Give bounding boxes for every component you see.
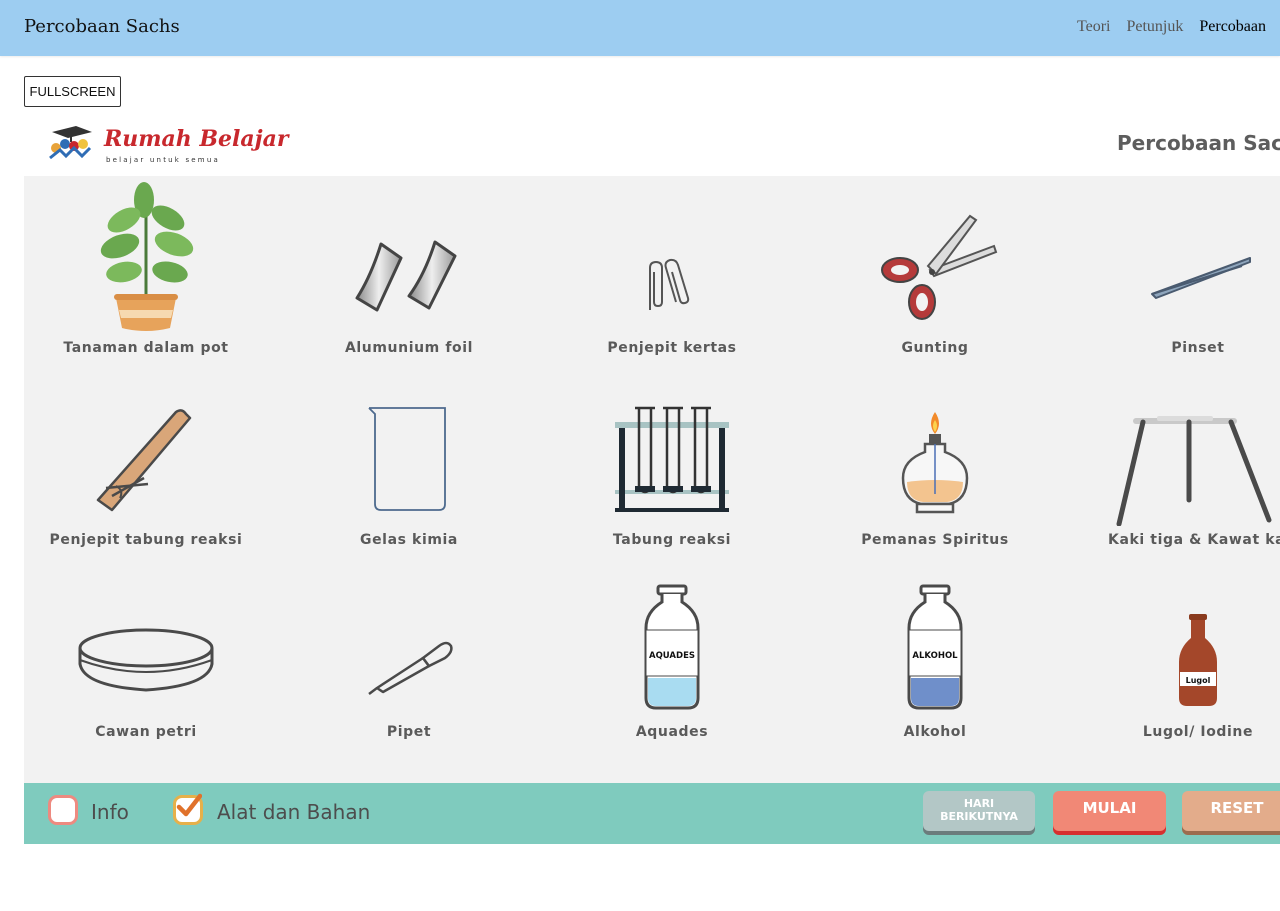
aquades-bottle-label: AQUADES: [649, 651, 695, 661]
alcohol-bottle-icon: ALKOHOL: [907, 584, 963, 710]
logo-title: Rumah Belajar: [104, 126, 289, 152]
simulation-frame: Rumah Belajar belajar untuk semua Percob…: [24, 116, 1280, 844]
spirit-lamp-icon: [901, 412, 969, 514]
simulation-header: Rumah Belajar belajar untuk semua Percob…: [24, 116, 1280, 176]
item-label-aquades: Aquades: [635, 724, 709, 740]
item-label-kaki-tiga: Kaki tiga & Kawat kasa: [1108, 532, 1280, 548]
item-alumunium-foil[interactable]: [289, 236, 529, 316]
item-aquades[interactable]: AQUADES: [552, 584, 792, 710]
item-penjepit-tabung-reaksi[interactable]: [26, 406, 266, 516]
test-tube-clamp-icon: [96, 409, 192, 512]
item-label-lugol: Lugol/ Iodine: [1142, 724, 1254, 740]
item-label-pipet: Pipet: [386, 724, 432, 740]
tripod-gauze-icon: [1116, 416, 1272, 526]
equipment-stage: Tanaman dalam pot Alumunium foil Penjepi…: [24, 176, 1280, 783]
petri-dish-icon: [78, 628, 214, 692]
item-tabung-reaksi[interactable]: [552, 404, 792, 514]
item-pemanas-spiritus[interactable]: [815, 408, 1055, 518]
nav-link-teori[interactable]: Teori: [1077, 18, 1111, 36]
item-gelas-kimia[interactable]: [289, 404, 529, 514]
aluminium-foil-icon: [355, 240, 457, 312]
item-label-pinset: Pinset: [1171, 340, 1225, 356]
potted-plant-icon: [100, 182, 194, 331]
item-pinset[interactable]: [1078, 250, 1280, 306]
next-day-line1: HARI: [963, 797, 995, 810]
info-label: Info: [91, 800, 129, 824]
start-button[interactable]: MULAI: [1053, 791, 1166, 831]
alkohol-bottle-label: ALKOHOL: [912, 651, 958, 661]
nav-link-petunjuk[interactable]: Petunjuk: [1126, 18, 1183, 36]
item-lugol-iodine[interactable]: Lugol: [1078, 612, 1280, 708]
item-label-tanaman: Tanaman dalam pot: [63, 340, 229, 356]
bottom-control-bar: Info Alat dan Bahan HARI BERIKUTNYA MULA…: [24, 783, 1280, 844]
lugol-bottle-icon: Lugol: [1179, 614, 1217, 706]
nav-links: Teori Petunjuk Percobaan: [1077, 18, 1266, 36]
scissors-icon: [881, 214, 998, 320]
item-label-pemanas: Pemanas Spiritus: [861, 532, 1009, 548]
next-day-line2: BERIKUTNYA: [940, 810, 1018, 823]
top-navbar: Percobaan Sachs Teori Petunjuk Percobaan: [0, 0, 1280, 56]
item-label-foil: Alumunium foil: [344, 340, 474, 356]
paper-clip-icon: [649, 258, 690, 310]
alat-bahan-label: Alat dan Bahan: [217, 800, 371, 824]
item-label-gelas-kimia: Gelas kimia: [360, 532, 458, 548]
item-label-penjepit-kertas: Penjepit kertas: [607, 340, 737, 356]
tweezers-icon: [1151, 257, 1251, 299]
fullscreen-button[interactable]: FULLSCREEN: [24, 76, 121, 107]
item-label-tabung-reaksi: Tabung reaksi: [612, 532, 732, 548]
rumah-belajar-logo: Rumah Belajar belajar untuk semua: [46, 122, 288, 168]
reset-button[interactable]: RESET: [1182, 791, 1280, 831]
item-label-cawan-petri: Cawan petri: [95, 724, 197, 740]
info-checkbox[interactable]: [48, 795, 78, 825]
checkmark-icon: [176, 793, 202, 817]
item-gunting[interactable]: [815, 212, 1055, 322]
beaker-icon: [368, 407, 446, 511]
item-label-gunting: Gunting: [901, 340, 969, 356]
lugol-bottle-label: Lugol: [1186, 676, 1211, 685]
pipette-icon: [368, 641, 453, 695]
alat-bahan-checkbox[interactable]: [173, 793, 203, 825]
navbar-brand[interactable]: Percobaan Sachs: [24, 16, 180, 37]
next-day-button[interactable]: HARI BERIKUTNYA: [923, 791, 1035, 831]
item-kaki-tiga-kawat-kasa[interactable]: [1078, 416, 1280, 526]
item-cawan-petri[interactable]: [26, 626, 266, 696]
item-alkohol[interactable]: ALKOHOL: [815, 584, 1055, 710]
simulation-title: Percobaan Sachs: [1117, 131, 1280, 155]
nav-link-percobaan[interactable]: Percobaan: [1199, 18, 1266, 36]
logo-mark-icon: [49, 126, 92, 160]
item-pipet[interactable]: [289, 636, 529, 696]
test-tube-rack-icon: [615, 406, 729, 512]
item-tanaman-dalam-pot[interactable]: [26, 182, 266, 332]
item-label-alkohol: Alkohol: [903, 724, 967, 740]
item-penjepit-kertas[interactable]: [552, 258, 792, 314]
aquades-bottle-icon: AQUADES: [644, 584, 700, 710]
logo-subtitle: belajar untuk semua: [106, 156, 220, 164]
item-label-penjepit-tabung: Penjepit tabung reaksi: [49, 532, 243, 548]
